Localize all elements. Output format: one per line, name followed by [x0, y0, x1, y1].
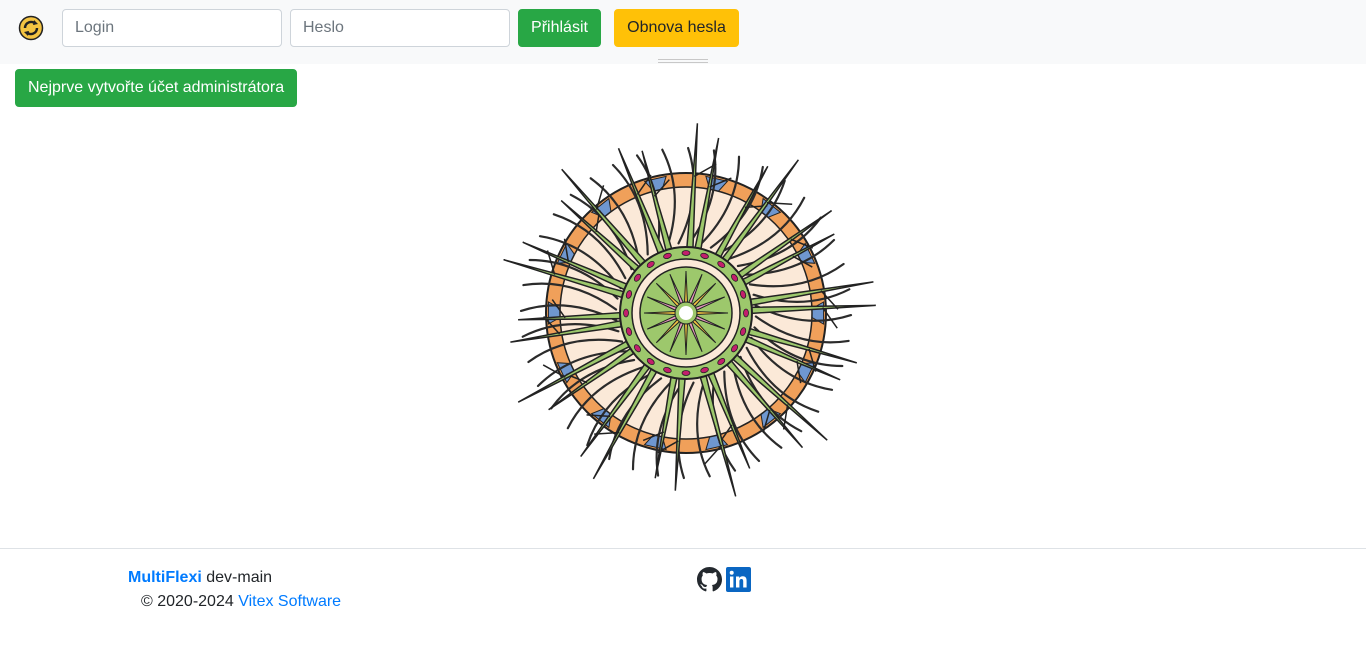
footer-app-info: MultiFlexi dev-main	[128, 569, 272, 587]
top-navbar: Přihlásit Obnova hesla	[0, 0, 1366, 64]
linkedin-icon[interactable]	[726, 567, 751, 592]
multiflexi-logo-icon[interactable]	[18, 15, 44, 41]
github-icon[interactable]	[697, 567, 722, 592]
copyright-text: © 2020-2024	[141, 593, 234, 610]
page-footer: MultiFlexi dev-main © 2020-2024 Vitex So…	[0, 548, 1366, 651]
password-reset-button[interactable]: Obnova hesla	[614, 9, 739, 47]
app-name-link[interactable]: MultiFlexi	[128, 569, 202, 586]
company-link[interactable]: Vitex Software	[238, 593, 341, 610]
create-admin-account-button[interactable]: Nejprve vytvořte účet administrátora	[15, 69, 297, 107]
mandala-illustration	[503, 123, 876, 497]
login-button[interactable]: Přihlásit	[518, 9, 601, 47]
navbar-resize-handle[interactable]	[658, 59, 708, 63]
password-input[interactable]	[290, 9, 510, 47]
login-input[interactable]	[62, 9, 282, 47]
app-version: dev-main	[206, 569, 273, 586]
footer-copyright: © 2020-2024 Vitex Software	[141, 593, 341, 611]
